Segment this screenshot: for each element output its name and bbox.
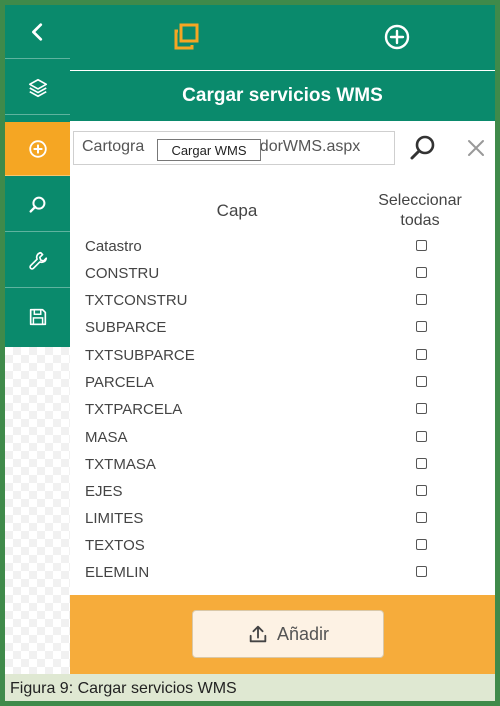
plus-circle-icon — [384, 24, 410, 50]
table-row: SUBPARCE — [70, 315, 495, 342]
add-button-top[interactable] — [379, 19, 415, 55]
layer-name: TXTSUBPARCE — [85, 347, 195, 364]
layer-name: TEXTOS — [85, 537, 145, 554]
table-row: LIMITES — [70, 506, 495, 533]
layer-name: EJES — [85, 483, 123, 500]
url-input-value-end: vidorWMS.aspx — [248, 138, 361, 155]
layer-name: LIMITES — [85, 510, 144, 527]
search-icon — [28, 196, 45, 213]
copy-icon — [174, 23, 199, 50]
layer-name: Catastro — [85, 238, 142, 255]
save-button[interactable] — [5, 290, 70, 344]
layer-checkbox[interactable] — [416, 458, 427, 469]
layer-checkbox[interactable] — [416, 485, 427, 496]
copy-button[interactable] — [168, 19, 204, 55]
search-icon — [410, 135, 435, 160]
layers-button[interactable] — [5, 61, 70, 115]
chevron-left-icon — [31, 22, 42, 41]
layer-name: ELEMLIN — [85, 564, 150, 581]
layer-checkbox[interactable] — [416, 431, 427, 442]
caption-text: Figura 9: Cargar servicios WMS — [10, 680, 237, 697]
load-wms-button[interactable] — [408, 133, 438, 163]
layer-checkbox[interactable] — [416, 539, 427, 550]
layer-checkbox[interactable] — [416, 512, 427, 523]
layer-name: MASA — [85, 429, 128, 446]
panel-title: Cargar servicios WMS — [70, 71, 495, 121]
layer-name: CONSTRU — [85, 265, 160, 282]
layer-checkbox[interactable] — [416, 349, 427, 360]
sidebar-toolbar — [5, 5, 70, 347]
table-row: TXTPARCELA — [70, 397, 495, 424]
table-row: PARCELA — [70, 370, 495, 397]
panel-footer: Añadir — [70, 595, 495, 674]
upload-icon — [249, 625, 267, 643]
sidebar-empty-area — [5, 347, 70, 674]
add-service-button[interactable] — [5, 122, 70, 176]
save-icon — [29, 308, 46, 326]
panel-toolbar — [70, 5, 495, 70]
url-input-value-start: Cartogra — [82, 138, 145, 155]
table-row: TXTSUBPARCE — [70, 343, 495, 370]
table-row: TEXTOS — [70, 533, 495, 560]
table-row: Catastro — [70, 234, 495, 261]
tools-button[interactable] — [5, 234, 70, 288]
tooltip-load-wms: Cargar WMS — [157, 139, 261, 161]
column-header-layer: Capa — [216, 201, 258, 220]
select-all-label-line2: todas — [400, 212, 440, 229]
sidebar — [5, 5, 70, 674]
layer-checkbox[interactable] — [416, 267, 427, 278]
close-icon — [468, 140, 484, 156]
url-row: Cartogra vidorWMS.aspx Cargar WMS — [70, 121, 495, 176]
plus-circle-icon — [28, 139, 47, 158]
wrench-icon — [28, 251, 47, 270]
add-layers-button[interactable]: Añadir — [192, 610, 384, 658]
table-row: TXTMASA — [70, 452, 495, 479]
layers-table: Capa Seleccionar todas Catastro CONSTRU … — [70, 175, 495, 595]
back-button[interactable] — [5, 5, 70, 59]
layer-checkbox[interactable] — [416, 376, 427, 387]
layer-checkbox[interactable] — [416, 321, 427, 332]
clear-button[interactable] — [463, 135, 489, 161]
layer-checkbox[interactable] — [416, 403, 427, 414]
select-all-toggle[interactable]: Seleccionar todas — [365, 191, 475, 231]
layer-name: TXTPARCELA — [85, 401, 183, 418]
layers-icon — [28, 78, 47, 97]
table-row: EJES — [70, 479, 495, 506]
layer-checkbox[interactable] — [416, 294, 427, 305]
wms-panel: Cargar servicios WMS Cartogra vidorWMS.as… — [70, 5, 495, 674]
table-row: MASA — [70, 425, 495, 452]
layer-checkbox[interactable] — [416, 240, 427, 251]
table-row: ELEMLIN — [70, 560, 495, 587]
add-layers-label: Añadir — [276, 623, 330, 644]
layer-checkbox[interactable] — [416, 566, 427, 577]
search-button[interactable] — [5, 178, 70, 232]
select-all-label-line1: Seleccionar — [378, 192, 462, 209]
layer-name: TXTMASA — [85, 456, 156, 473]
table-row: TXTCONSTRU — [70, 288, 495, 315]
table-row: CONSTRU — [70, 261, 495, 288]
layer-name: PARCELA — [85, 374, 154, 391]
layer-name: TXTCONSTRU — [85, 292, 188, 309]
figure-caption: Figura 9: Cargar servicios WMS — [0, 674, 500, 706]
layer-name: SUBPARCE — [85, 319, 167, 336]
